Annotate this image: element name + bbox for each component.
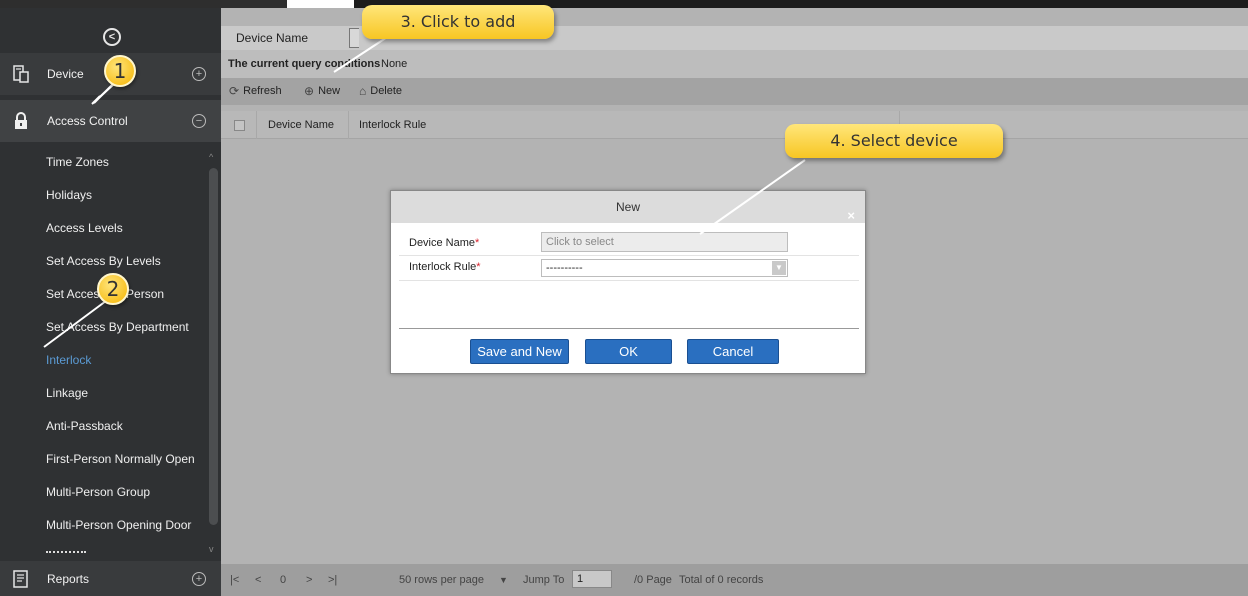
sidebar-item-access-levels[interactable]: Access Levels [0, 212, 221, 245]
lock-icon [15, 112, 27, 129]
filter-device-name-input[interactable] [349, 28, 359, 48]
sidebar-device-label: Device [47, 67, 84, 81]
save-and-new-button[interactable]: Save and New [470, 339, 569, 364]
refresh-label: Refresh [243, 85, 282, 97]
sidebar-item-time-zones[interactable]: Time Zones [0, 146, 221, 179]
delete-icon: ⌂ [359, 84, 367, 98]
dialog-title-text: New [615, 200, 640, 214]
chevron-down-icon[interactable]: ▼ [772, 261, 786, 275]
top-bar-left [0, 0, 287, 8]
current-page: 0 [280, 574, 287, 586]
truncated-menu-item [46, 551, 86, 555]
record-total: Total of 0 records [679, 574, 764, 586]
reports-icon [13, 570, 28, 588]
query-conditions-value: None [381, 58, 408, 70]
close-icon[interactable]: × [847, 200, 855, 232]
next-page-button[interactable]: > [306, 574, 312, 586]
interlock-rule-select[interactable]: ---------- ▼ [541, 259, 788, 277]
required-mark: * [475, 237, 480, 249]
sidebar-item-anti-passback[interactable]: Anti-Passback [0, 410, 221, 443]
first-page-button[interactable]: |< [230, 574, 239, 586]
sidebar-item-multi-person-group[interactable]: Multi-Person Group [0, 476, 221, 509]
expand-icon[interactable]: + [192, 67, 206, 81]
dialog-title: New × [391, 191, 865, 223]
dialog-footer-divider [399, 328, 859, 329]
pagination-bar: |< < 0 > >| 50 rows per page ▼ Jump To 1… [221, 564, 1248, 596]
sidebar-item-holidays[interactable]: Holidays [0, 179, 221, 212]
row-divider [399, 255, 859, 256]
scroll-down-icon[interactable]: v [209, 544, 214, 554]
collapse-icon[interactable]: − [192, 114, 206, 128]
delete-label: Delete [370, 85, 403, 97]
query-conditions-label: The current query conditions [228, 58, 381, 70]
sidebar-item-first-person-normally-open[interactable]: First-Person Normally Open [0, 443, 221, 476]
sidebar-access-control-label: Access Control [47, 114, 128, 128]
scroll-up-icon[interactable]: ^ [209, 152, 213, 162]
expand-icon[interactable]: + [192, 572, 206, 586]
new-icon: ⊕ [304, 84, 315, 98]
toolbar: ⟳ Refresh ⊕ New ⌂ Delete [221, 78, 1248, 105]
sidebar-scrollbar[interactable] [209, 168, 218, 525]
refresh-button[interactable]: ⟳ Refresh [229, 84, 282, 98]
sidebar-item-interlock[interactable]: Interlock [0, 344, 221, 377]
rows-per-page-select[interactable]: 50 rows per page [399, 574, 484, 586]
select-all-checkbox[interactable] [234, 120, 245, 131]
device-icon [13, 65, 29, 83]
query-conditions: The current query conditions None [221, 50, 1248, 78]
table-header: Device Name Interlock Rule [221, 111, 1248, 139]
device-name-label: Device Name* [409, 237, 479, 249]
sidebar-section-reports[interactable]: Reports + [0, 561, 221, 596]
jump-to-label: Jump To [523, 574, 565, 586]
new-label: New [318, 85, 341, 97]
filter-device-name-label: Device Name [236, 31, 309, 45]
interlock-rule-label-text: Interlock Rule [409, 261, 477, 273]
step-1-badge: 1 [104, 55, 136, 87]
cancel-button[interactable]: Cancel [687, 339, 779, 364]
device-name-field[interactable]: Click to select [541, 232, 788, 252]
device-name-label-text: Device Name [409, 237, 476, 249]
new-interlock-dialog: New × Device Name* Click to select Inter… [390, 190, 866, 374]
step-3-callout: 3. Click to add [362, 5, 554, 39]
interlock-rule-label: Interlock Rule* [409, 261, 481, 273]
required-mark: * [476, 261, 481, 273]
ok-button[interactable]: OK [585, 339, 672, 364]
column-interlock-rule[interactable]: Interlock Rule [359, 119, 426, 131]
column-device-name[interactable]: Device Name [268, 119, 334, 131]
chevron-down-icon[interactable]: ▼ [499, 575, 508, 585]
last-page-button[interactable]: >| [328, 574, 337, 586]
sidebar-section-access-control[interactable]: Access Control − [0, 100, 221, 142]
refresh-icon: ⟳ [229, 84, 240, 98]
column-separator [256, 111, 257, 139]
access-control-menu: Time Zones Holidays Access Levels Set Ac… [0, 146, 221, 542]
collapse-sidebar-icon[interactable]: < [103, 28, 121, 46]
step-2-badge: 2 [97, 273, 129, 305]
jump-to-input[interactable]: 1 [572, 570, 612, 588]
prev-page-button[interactable]: < [255, 574, 261, 586]
sidebar-item-multi-person-opening-door[interactable]: Multi-Person Opening Door [0, 509, 221, 542]
sidebar-item-linkage[interactable]: Linkage [0, 377, 221, 410]
sidebar-item-set-access-by-department[interactable]: Set Access By Department [0, 311, 221, 344]
page-total: /0 Page [634, 574, 672, 586]
delete-button[interactable]: ⌂ Delete [359, 84, 402, 98]
interlock-rule-value: ---------- [546, 262, 583, 274]
row-divider [399, 280, 859, 281]
step-4-callout: 4. Select device [785, 124, 1003, 158]
sidebar-reports-label: Reports [47, 572, 90, 586]
new-button[interactable]: ⊕ New [304, 84, 340, 98]
column-separator [348, 111, 349, 139]
